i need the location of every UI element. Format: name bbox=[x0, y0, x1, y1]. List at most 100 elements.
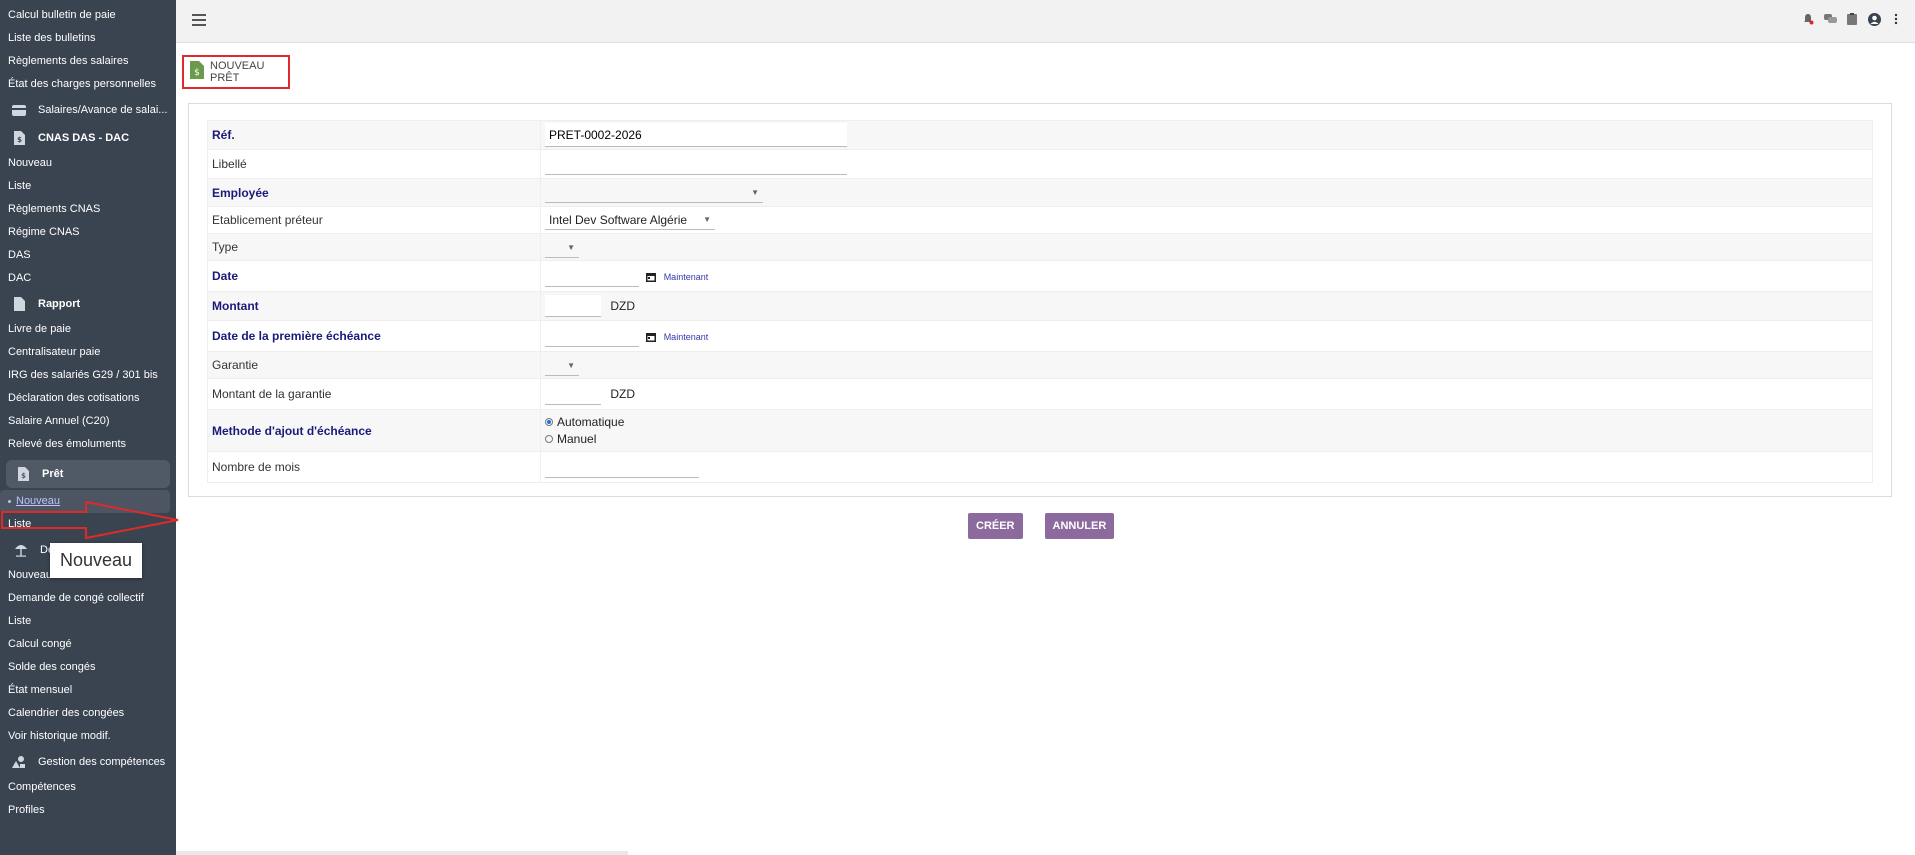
etablissement-select[interactable]: Intel Dev Software Algérie ▼ bbox=[545, 210, 715, 230]
sidebar-section-rapport[interactable]: Rapport bbox=[0, 290, 176, 318]
loan-form: Réf. Libellé Employée ▼ Etablicement pré… bbox=[188, 103, 1892, 497]
sidebar-section-cnas[interactable]: $ CNAS DAS - DAC bbox=[0, 124, 176, 152]
sidebar-item-liste-bulletins[interactable]: Liste des bulletins bbox=[0, 27, 176, 50]
montant-input[interactable] bbox=[545, 295, 601, 317]
garantie-select[interactable]: ▼ bbox=[545, 356, 579, 376]
date-now-link[interactable]: Maintenant bbox=[664, 272, 709, 282]
chevron-down-icon: ▼ bbox=[567, 242, 575, 252]
chat-icon[interactable] bbox=[1823, 12, 1837, 26]
calendar-icon[interactable] bbox=[646, 271, 657, 283]
sidebar-section-label: CNAS DAS - DAC bbox=[38, 132, 130, 144]
row-ref: Réf. bbox=[207, 120, 1873, 150]
etablissement-label: Etablicement préteur bbox=[207, 206, 541, 234]
etablissement-select-value: Intel Dev Software Algérie bbox=[549, 212, 688, 227]
svg-text:$: $ bbox=[194, 68, 200, 78]
sidebar-item-regime-cnas[interactable]: Régime CNAS bbox=[0, 221, 176, 244]
type-select[interactable]: ▼ bbox=[545, 238, 579, 258]
sidebar-item-competences[interactable]: Compétences bbox=[0, 776, 176, 799]
sidebar-item-salaire-annuel[interactable]: Salaire Annuel (C20) bbox=[0, 410, 176, 433]
document-icon bbox=[12, 297, 26, 311]
loan-form-table: Réf. Libellé Employée ▼ Etablicement pré… bbox=[207, 120, 1873, 483]
sidebar-item-releve-emoluments[interactable]: Relevé des émoluments bbox=[0, 433, 176, 456]
sidebar-section-pret[interactable]: $ Prêt bbox=[6, 460, 170, 488]
nombre-mois-input[interactable] bbox=[545, 456, 699, 478]
sidebar-section-label: Prêt bbox=[42, 468, 64, 480]
row-date: Date Maintenant bbox=[207, 260, 1873, 292]
row-etablissement: Etablicement préteur Intel Dev Software … bbox=[207, 206, 1873, 234]
tooltip: Nouveau bbox=[50, 543, 142, 578]
sidebar-item-declaration-cotisations[interactable]: Déclaration des cotisations bbox=[0, 387, 176, 410]
libelle-label: Libellé bbox=[207, 149, 541, 179]
sidebar-section-label: Gestion des compétences bbox=[38, 756, 166, 768]
bell-alert-icon[interactable] bbox=[1801, 12, 1815, 26]
sidebar-item-etat-mensuel[interactable]: État mensuel bbox=[0, 679, 176, 702]
horizontal-scrollbar[interactable] bbox=[176, 851, 628, 855]
sidebar-item-profiles[interactable]: Profiles bbox=[0, 799, 176, 822]
sidebar-item-calendrier-conges[interactable]: Calendrier des congées bbox=[0, 702, 176, 725]
sidebar-item-conge-liste[interactable]: Liste bbox=[0, 610, 176, 633]
cancel-button[interactable]: ANNULER bbox=[1044, 513, 1115, 539]
svg-text:$: $ bbox=[21, 472, 26, 480]
sidebar-section-label: Salaires/Avance de salai... bbox=[38, 104, 168, 116]
sidebar-item-calcul-conge[interactable]: Calcul congé bbox=[0, 633, 176, 656]
calendar-icon[interactable] bbox=[646, 331, 657, 343]
first-due-input[interactable] bbox=[545, 325, 639, 347]
sidebar-item-dac[interactable]: DAC bbox=[0, 267, 176, 290]
sidebar-item-solde-conges[interactable]: Solde des congés bbox=[0, 656, 176, 679]
sidebar-item-etat-charges[interactable]: État des charges personnelles bbox=[0, 73, 176, 96]
row-libelle: Libellé bbox=[207, 149, 1873, 179]
sidebar-section-label: Rapport bbox=[38, 298, 81, 310]
svg-text:$: $ bbox=[17, 136, 22, 144]
montant-garantie-input[interactable] bbox=[545, 383, 601, 405]
row-montant: Montant DZD bbox=[207, 291, 1873, 321]
menu-hamburger-icon[interactable] bbox=[192, 14, 206, 26]
sidebar-item-calcul-bulletin[interactable]: Calcul bulletin de paie bbox=[0, 4, 176, 27]
document-dollar-icon: $ bbox=[16, 467, 30, 481]
radio-manuel-control[interactable] bbox=[545, 435, 553, 443]
sidebar-item-conge-collectif[interactable]: Demande de congé collectif bbox=[0, 587, 176, 610]
row-methode: Methode d'ajout d'échéance Automatique M… bbox=[207, 409, 1873, 452]
sidebar-item-reglements-salaires[interactable]: Règlements des salaires bbox=[0, 50, 176, 73]
row-first-due: Date de la première échéance Maintenant bbox=[207, 320, 1873, 352]
page-title: $ NOUVEAU PRÊT bbox=[182, 55, 290, 89]
currency-label: DZD bbox=[610, 298, 636, 313]
employee-select[interactable]: ▼ bbox=[545, 183, 763, 204]
row-garantie: Garantie ▼ bbox=[207, 351, 1873, 379]
sidebar-section-competences[interactable]: Gestion des compétences bbox=[0, 748, 176, 776]
garantie-label: Garantie bbox=[207, 351, 541, 379]
first-due-now-link[interactable]: Maintenant bbox=[664, 332, 709, 342]
form-actions: CRÉER ANNULER bbox=[968, 513, 1115, 539]
sidebar-item-cnas-liste[interactable]: Liste bbox=[0, 175, 176, 198]
radio-automatique-control[interactable] bbox=[545, 418, 553, 426]
employee-label: Employée bbox=[207, 178, 541, 207]
sidebar-item-centralisateur[interactable]: Centralisateur paie bbox=[0, 341, 176, 364]
clipboard-icon[interactable] bbox=[1845, 12, 1859, 26]
sidebar: Calcul bulletin de paie Liste des bullet… bbox=[0, 0, 176, 855]
row-nombre-mois: Nombre de mois bbox=[207, 451, 1873, 483]
date-input[interactable] bbox=[545, 265, 639, 287]
libelle-input[interactable] bbox=[545, 153, 847, 175]
radio-manuel[interactable]: Manuel bbox=[545, 431, 1868, 448]
row-employee: Employée ▼ bbox=[207, 178, 1873, 207]
sidebar-item-cnas-nouveau[interactable]: Nouveau bbox=[0, 152, 176, 175]
montant-label: Montant bbox=[207, 291, 541, 321]
user-avatar-icon[interactable] bbox=[1867, 12, 1881, 26]
sidebar-section-salaires[interactable]: Salaires/Avance de salai... bbox=[0, 96, 176, 124]
currency-label: DZD bbox=[610, 386, 636, 401]
sidebar-item-historique[interactable]: Voir historique modif. bbox=[0, 725, 176, 748]
main-content: $ NOUVEAU PRÊT Réf. Libellé Employée ▼ E… bbox=[176, 43, 1915, 855]
ref-input[interactable] bbox=[545, 123, 847, 147]
beach-umbrella-icon bbox=[14, 543, 28, 557]
top-bar bbox=[176, 0, 1915, 43]
sidebar-item-das[interactable]: DAS bbox=[0, 244, 176, 267]
row-type: Type ▼ bbox=[207, 233, 1873, 261]
sidebar-item-reglements-cnas[interactable]: Règlements CNAS bbox=[0, 198, 176, 221]
create-button[interactable]: CRÉER bbox=[968, 513, 1023, 539]
sidebar-item-livre-paie[interactable]: Livre de paie bbox=[0, 318, 176, 341]
more-vertical-icon[interactable] bbox=[1889, 12, 1903, 26]
radio-automatique[interactable]: Automatique bbox=[545, 414, 1868, 431]
date-label: Date bbox=[207, 260, 541, 292]
chevron-down-icon: ▼ bbox=[751, 188, 759, 198]
shapes-icon bbox=[12, 755, 26, 769]
sidebar-item-irg[interactable]: IRG des salariés G29 / 301 bis bbox=[0, 364, 176, 387]
